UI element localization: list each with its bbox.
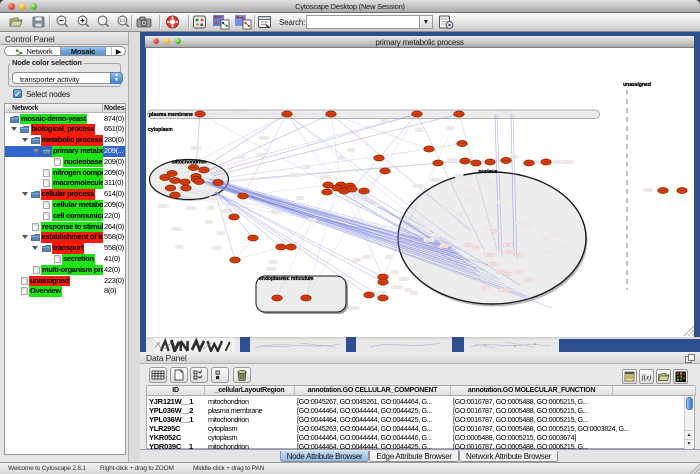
svg-text:f(x): f(x) <box>642 374 652 382</box>
svg-text:1:1: 1:1 <box>119 18 126 23</box>
svg-text:unassigned: unassigned <box>623 82 651 88</box>
svg-text:nucleus: nucleus <box>479 169 498 175</box>
svg-text:endoplasmic reticulum: endoplasmic reticulum <box>259 276 314 282</box>
svg-text:mitochondrion: mitochondrion <box>172 160 207 166</box>
svg-text:cytoplasm: cytoplasm <box>148 127 173 133</box>
svg-text:plasma membrane: plasma membrane <box>149 112 193 118</box>
